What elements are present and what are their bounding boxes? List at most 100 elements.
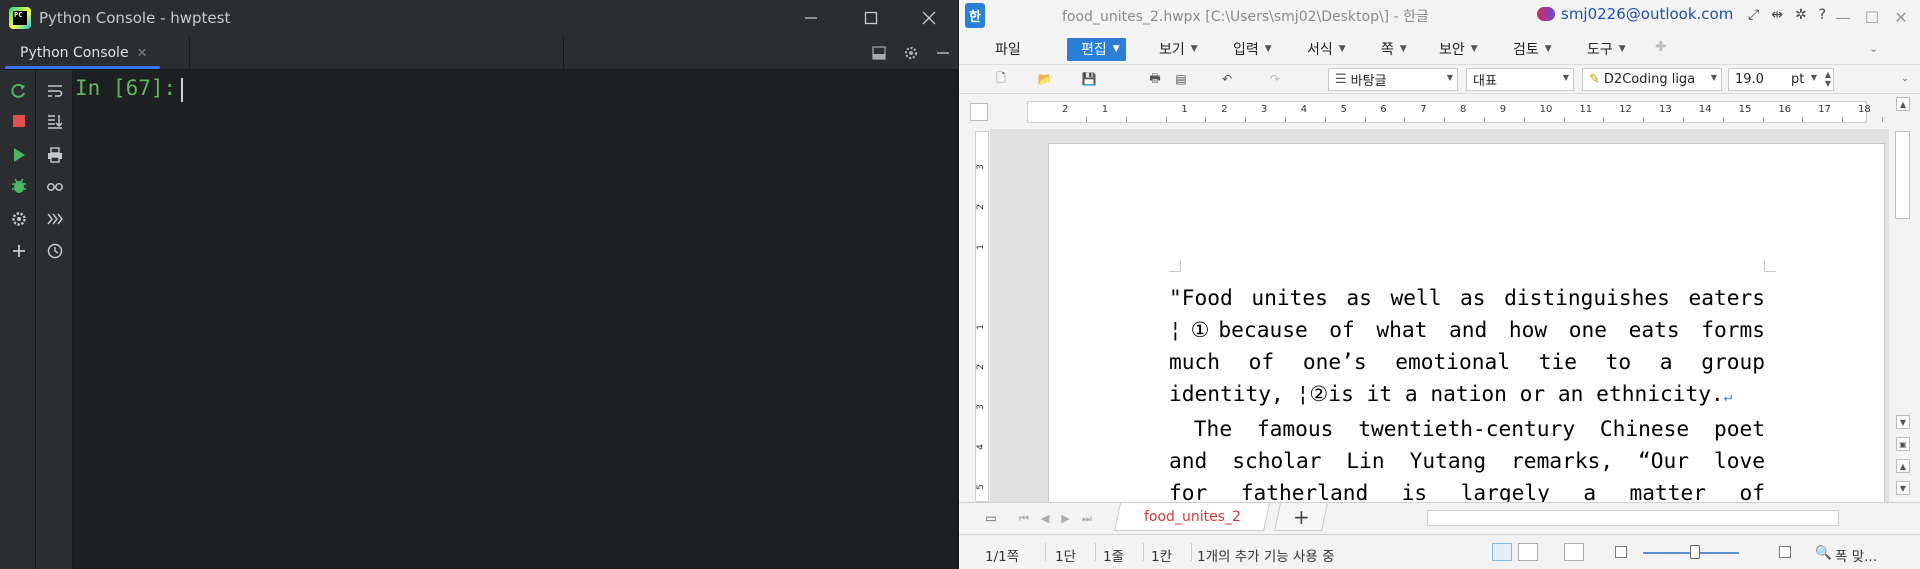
ruler-number: 16 xyxy=(1778,104,1792,115)
font-size-input[interactable]: 19.0 pt ▼ ▲ ▼ xyxy=(1728,68,1834,91)
zoom-level[interactable]: 폭 맞... xyxy=(1835,545,1877,565)
horizontal-ruler[interactable]: 2 1 1 2 3 4 5 6 7 8 9 10 11 12 13 14 15 16 17 18 xyxy=(1027,101,1883,123)
gear-icon[interactable] xyxy=(902,44,920,62)
next-page-icon[interactable]: ▼ xyxy=(1896,481,1910,495)
add-tab-button[interactable]: + xyxy=(1274,503,1328,531)
variables-glasses-icon[interactable] xyxy=(44,175,65,196)
prev-page-icon[interactable]: ▲ xyxy=(1896,459,1910,473)
settings-icon[interactable]: ✲ xyxy=(1795,7,1807,23)
prev-tab-icon[interactable]: ◀ xyxy=(1041,512,1049,526)
menu-tools[interactable]: 도구 ▼ xyxy=(1587,39,1626,59)
scroll-thumb[interactable] xyxy=(1895,131,1910,219)
scroll-to-end-icon[interactable] xyxy=(44,110,65,131)
sheet-tab-bar: ▭ ⏮ ◀ ▶ ⏭ food_unites_2 + xyxy=(959,502,1920,534)
size-stepper-icon[interactable]: ▲ ▼ xyxy=(1825,70,1831,88)
outline-icon[interactable]: ▭ xyxy=(981,509,1001,527)
maximize-button[interactable]: ☐ xyxy=(1856,0,1888,34)
last-tab-icon[interactable]: ⏭ xyxy=(1082,512,1092,526)
view-page-icon[interactable] xyxy=(1564,543,1584,561)
menu-format[interactable]: 서식 ▼ xyxy=(1307,39,1346,59)
ruler-corner-button[interactable] xyxy=(970,103,988,121)
menu-review[interactable]: 검토 ▼ xyxy=(1513,39,1552,59)
open-folder-icon[interactable]: 📂 xyxy=(1035,70,1055,88)
menu-edit[interactable]: 편집 ▼ xyxy=(1067,38,1126,61)
menu-view[interactable]: 보기 ▼ xyxy=(1159,39,1198,59)
document-body-text[interactable]: "Food unites as well as distinguishes ea… xyxy=(1169,282,1765,502)
pycharm-titlebar: PC Python Console - hwptest xyxy=(0,0,958,36)
fullscreen-icon[interactable]: ⤢ xyxy=(1748,7,1759,23)
document-canvas[interactable]: "Food unites as well as distinguishes ea… xyxy=(990,129,1889,502)
history-clock-icon[interactable] xyxy=(44,240,65,261)
close-tab-icon[interactable]: ✕ xyxy=(137,46,148,61)
ruler-tick xyxy=(1603,117,1605,122)
stop-icon[interactable] xyxy=(8,110,29,131)
toolbar-more-icon[interactable]: ⌄ xyxy=(1895,70,1915,88)
account-badge[interactable]: smj0226@outlook.com xyxy=(1537,5,1733,23)
ruler-number: 3 xyxy=(1261,104,1268,115)
new-document-icon[interactable]: 🗋 xyxy=(991,70,1011,88)
extension-icon[interactable]: ✚ xyxy=(1655,39,1667,55)
save-icon[interactable]: 💾 xyxy=(1079,70,1099,88)
close-button[interactable]: ✕ xyxy=(1885,0,1917,34)
collapse-ribbon-icon[interactable]: ⌄ xyxy=(1869,42,1878,55)
redo-icon[interactable]: ↷ xyxy=(1265,70,1285,88)
status-divider xyxy=(1191,543,1192,561)
zoom-out-icon[interactable] xyxy=(1615,546,1627,558)
zoom-icon: 🔍 xyxy=(1815,545,1832,561)
account-avatar xyxy=(1537,7,1555,21)
help-icon[interactable]: ? xyxy=(1819,7,1826,23)
hangul-logo-icon: 한 xyxy=(965,3,985,28)
horizontal-scrollbar[interactable] xyxy=(1427,510,1839,526)
add-icon[interactable] xyxy=(8,240,29,261)
status-page[interactable]: 1/1쪽 xyxy=(985,545,1019,565)
maximize-button[interactable] xyxy=(848,0,894,36)
language-select[interactable]: 대표 ▼ xyxy=(1466,68,1574,91)
print-icon[interactable]: 🖶 xyxy=(1145,70,1165,88)
print-icon[interactable] xyxy=(44,144,65,165)
style-select[interactable]: ☰ 바탕글 ▼ xyxy=(1328,68,1458,91)
execute-selection-icon[interactable] xyxy=(44,208,65,229)
ruler-number: 14 xyxy=(1698,104,1712,115)
next-tab-icon[interactable]: ▶ xyxy=(1061,512,1069,526)
settings-icon[interactable] xyxy=(8,208,29,229)
first-tab-icon[interactable]: ⏮ xyxy=(1019,512,1029,526)
tab-python-console[interactable]: Python Console ✕ xyxy=(8,36,159,70)
preview-icon[interactable]: ▤ xyxy=(1171,70,1191,88)
page-view-icon[interactable]: ▣ xyxy=(1896,437,1910,451)
tab-food-unites-2[interactable]: food_unites_2 xyxy=(1114,503,1270,531)
soft-wrap-icon[interactable] xyxy=(44,80,65,101)
menu-file[interactable]: 파일 xyxy=(995,39,1021,59)
ruler-number: 12 xyxy=(1619,104,1632,115)
zoom-slider-knob[interactable] xyxy=(1690,545,1700,559)
scroll-down-icon[interactable]: ▼ xyxy=(1896,415,1910,429)
ruler-tick xyxy=(1404,117,1406,122)
vertical-ruler[interactable]: 3 2 1 1 2 3 4 5 xyxy=(975,131,989,502)
scroll-up-icon[interactable]: ▲ xyxy=(1896,97,1910,111)
rerun-icon[interactable] xyxy=(8,80,29,101)
zoom-in-icon[interactable] xyxy=(1779,546,1791,558)
run-icon[interactable] xyxy=(8,144,29,165)
document-line: ¦①because of what and how one eats forms xyxy=(1169,317,1765,342)
debug-icon[interactable] xyxy=(8,175,29,196)
resize-icon[interactable]: ⇹ xyxy=(1771,7,1783,23)
menu-page[interactable]: 쪽 ▼ xyxy=(1381,39,1407,59)
view-normal-icon[interactable] xyxy=(1492,543,1512,561)
menu-security[interactable]: 보안 ▼ xyxy=(1439,39,1478,59)
close-button[interactable] xyxy=(906,0,952,36)
status-divider xyxy=(1045,543,1046,561)
pycharm-window: PC Python Console - hwptest Python Conso… xyxy=(0,0,958,569)
layout-icon[interactable] xyxy=(870,44,888,62)
menu-insert[interactable]: 입력 ▼ xyxy=(1233,39,1272,59)
status-addins[interactable]: 1개의 추가 기능 사용 중 xyxy=(1197,545,1335,565)
vertical-scrollbar[interactable]: ▲ ▼ ▣ ▲ ▼ xyxy=(1892,95,1914,502)
view-width-icon[interactable] xyxy=(1518,543,1538,561)
hide-panel-icon[interactable] xyxy=(934,44,952,62)
console-output-area[interactable]: In [67]: xyxy=(73,70,957,569)
document-page[interactable]: "Food unites as well as distinguishes ea… xyxy=(1048,143,1885,502)
font-select[interactable]: ✎ D2Coding liga ▼ xyxy=(1582,68,1722,91)
ruler-tick xyxy=(1085,117,1087,122)
minimize-button[interactable] xyxy=(788,0,834,36)
minimize-button[interactable]: — xyxy=(1827,0,1859,34)
undo-icon[interactable]: ↶ xyxy=(1217,70,1237,88)
hangul-menubar: 파일 편집 ▼ 보기 ▼ 입력 ▼ 서식 ▼ 쪽 ▼ 보안 ▼ 검토 ▼ 도구 ▼ ✚ ⌄ xyxy=(959,34,1920,64)
